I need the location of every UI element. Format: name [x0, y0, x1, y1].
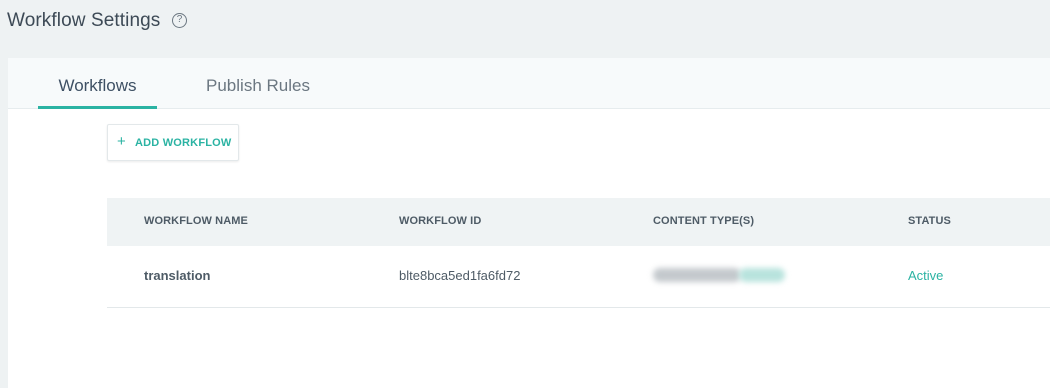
- add-workflow-label: ADD WORKFLOW: [135, 137, 232, 149]
- plus-icon: +: [117, 133, 126, 150]
- column-header-workflow-id[interactable]: WORKFLOW ID: [399, 215, 481, 227]
- page-title: Workflow Settings: [7, 10, 161, 31]
- help-icon[interactable]: ?: [172, 13, 187, 28]
- tab-workflows[interactable]: Workflows: [38, 58, 157, 109]
- workflow-name-cell[interactable]: translation: [144, 268, 210, 283]
- active-tab-indicator: [38, 106, 157, 109]
- add-workflow-button[interactable]: + ADD WORKFLOW: [107, 124, 239, 161]
- page-header: Workflow Settings ?: [0, 0, 1050, 58]
- status-cell: Active: [908, 268, 944, 283]
- left-strip: [0, 58, 8, 388]
- table-row[interactable]: translation blte8bca5ed1fa6fd72 Active: [107, 246, 1050, 308]
- table-header: WORKFLOW NAME WORKFLOW ID CONTENT TYPE(S…: [107, 198, 1050, 246]
- tab-publish-rules[interactable]: Publish Rules: [198, 58, 318, 109]
- column-header-workflow-name[interactable]: WORKFLOW NAME: [144, 215, 248, 227]
- column-header-status[interactable]: STATUS: [908, 215, 951, 227]
- tab-bar: Workflows Publish Rules: [8, 58, 1050, 109]
- settings-panel: Workflows Publish Rules + ADD WORKFLOW W…: [8, 58, 1050, 388]
- content-types-redacted-link: [739, 268, 785, 282]
- workflows-table: WORKFLOW NAME WORKFLOW ID CONTENT TYPE(S…: [107, 198, 1050, 308]
- content-types-redacted: [653, 268, 741, 282]
- workflow-id-cell: blte8bca5ed1fa6fd72: [399, 268, 521, 283]
- column-header-content-types[interactable]: CONTENT TYPE(S): [653, 215, 754, 227]
